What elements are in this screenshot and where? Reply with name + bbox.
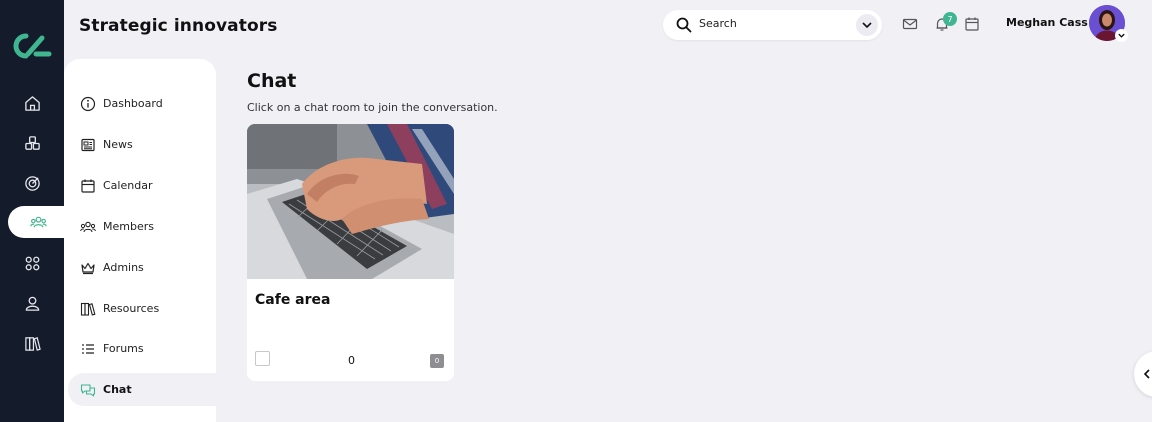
sidebar-item-resources[interactable]: Resources [68, 292, 216, 325]
calendar-icon[interactable] [964, 16, 980, 32]
sidebar-item-label: Forums [103, 342, 144, 355]
page-title: Chat [247, 70, 297, 92]
icon-rail [0, 0, 68, 422]
sidebar-item-calendar[interactable]: Calendar [68, 169, 216, 202]
search-icon [676, 17, 692, 33]
sidebar-item-forums[interactable]: Forums [68, 332, 216, 365]
apps-icon [25, 256, 39, 270]
account-menu-toggle[interactable] [1115, 29, 1128, 42]
rail-members[interactable] [8, 206, 68, 238]
user-name[interactable]: Meghan Cass [1006, 16, 1088, 29]
info-icon [80, 96, 96, 111]
rail-target[interactable] [0, 167, 64, 199]
sidebar-item-label: Calendar [103, 179, 153, 192]
page-subtitle: Click on a chat room to join the convers… [247, 101, 498, 114]
chat-room-count: 0 [348, 354, 355, 367]
library-icon [24, 336, 41, 351]
chat-room-card[interactable]: Cafe area 0 0 [247, 124, 454, 381]
sidebar-item-label: News [103, 138, 133, 151]
chat-room-image [247, 124, 454, 279]
collapse-panel-tab[interactable] [1134, 351, 1152, 397]
sidebar-item-admins[interactable]: Admins [68, 251, 216, 284]
profile-icon [25, 296, 39, 311]
chat-icon [80, 383, 96, 397]
brand-logo[interactable] [12, 32, 52, 60]
group-sidebar: Dashboard News Calendar Members Admins R… [64, 59, 216, 422]
home-icon [24, 95, 40, 111]
sidebar-item-news[interactable]: News [68, 128, 216, 161]
search-input[interactable]: Search [699, 17, 737, 30]
notification-badge: 7 [943, 12, 957, 26]
chat-room-name: Cafe area [255, 292, 331, 308]
chevron-down-icon [862, 22, 872, 29]
sidebar-item-label: Dashboard [103, 97, 163, 110]
list-icon [82, 343, 94, 354]
chevron-left-icon [1143, 369, 1150, 379]
chevron-down-icon [1118, 33, 1125, 38]
rail-library[interactable] [0, 327, 64, 359]
rail-groups[interactable] [0, 127, 64, 159]
groups-icon [24, 135, 40, 150]
books-icon [80, 302, 96, 316]
sidebar-item-members[interactable]: Members [68, 210, 216, 243]
calendar-icon [81, 179, 95, 193]
sidebar-item-chat[interactable]: Chat [68, 373, 216, 406]
rail-profile[interactable] [0, 287, 64, 319]
news-icon [81, 138, 95, 151]
sidebar-item-dashboard[interactable]: Dashboard [68, 87, 216, 120]
rail-apps[interactable] [0, 247, 64, 279]
crown-icon [81, 262, 95, 274]
chat-room-checkbox[interactable] [255, 351, 270, 366]
sidebar-item-label: Members [103, 220, 154, 233]
org-title: Strategic innovators [79, 16, 278, 36]
sidebar-item-label: Chat [103, 383, 132, 396]
members-icon [29, 216, 47, 227]
target-icon [24, 175, 40, 191]
members-icon [80, 221, 96, 232]
chat-room-badge: 0 [430, 354, 444, 368]
sidebar-item-label: Admins [103, 261, 144, 274]
search-scope-dropdown[interactable] [856, 14, 878, 36]
rail-home[interactable] [0, 87, 64, 119]
sidebar-item-label: Resources [103, 302, 160, 315]
search-bar[interactable]: Search [663, 10, 882, 40]
mail-icon[interactable] [902, 16, 918, 32]
